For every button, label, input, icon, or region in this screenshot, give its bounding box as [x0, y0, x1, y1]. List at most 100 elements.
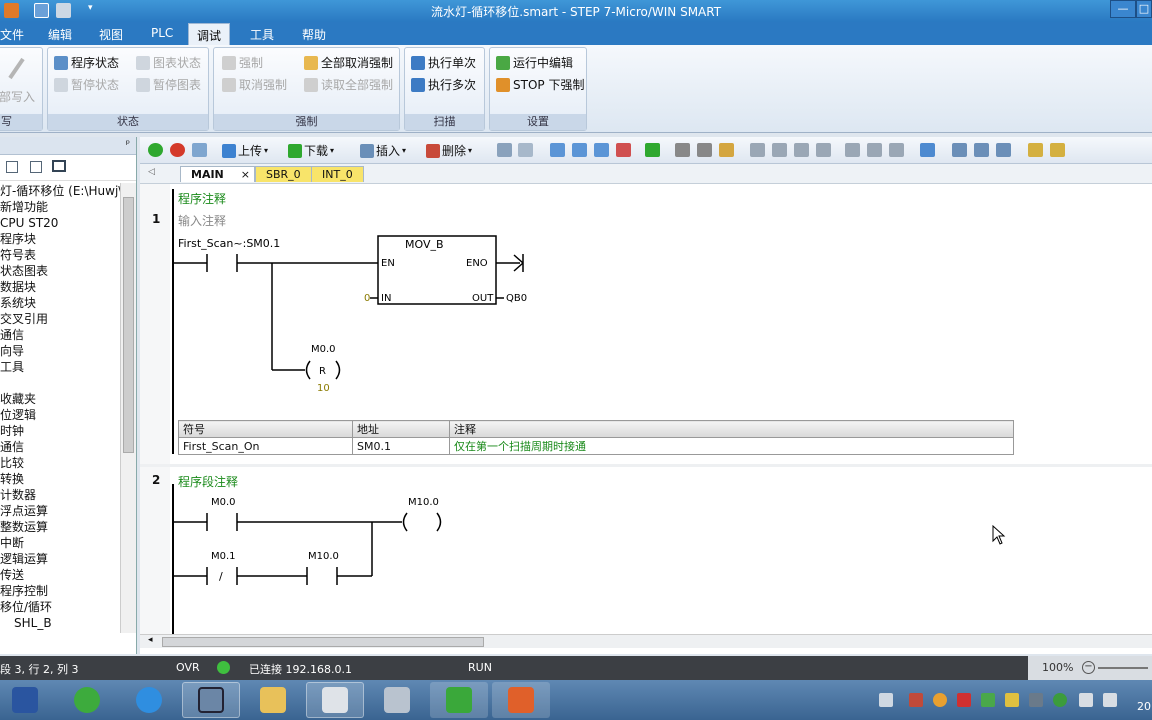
read-all-forced-button[interactable]: 读取全部强制	[304, 76, 393, 93]
tree-item[interactable]	[0, 375, 120, 391]
tree-item[interactable]: SHL_B	[0, 615, 120, 631]
taskbar-browser-app[interactable]	[120, 682, 178, 718]
write-all-button[interactable]: 部写入	[0, 88, 35, 105]
taskbar-explorer-app[interactable]	[244, 682, 302, 718]
zoom-slider[interactable]	[1098, 667, 1148, 669]
pou-protect-icon[interactable]	[1028, 143, 1043, 157]
contact-m0-1-negated[interactable]	[173, 567, 307, 585]
taskbar-ladder-app[interactable]	[306, 682, 364, 718]
insert-button[interactable]: 插入 ▾	[360, 142, 406, 159]
taskbar-save-app[interactable]	[0, 682, 54, 718]
maximize-button[interactable]: □	[1136, 0, 1152, 18]
force-button[interactable]: 强制	[222, 54, 263, 71]
tab-scroll-left-icon[interactable]: ◁	[148, 167, 155, 177]
close-icon[interactable]: ×	[241, 167, 250, 182]
multiple-scan-button[interactable]: 执行多次	[411, 76, 476, 93]
menu-tools[interactable]: 工具	[250, 26, 274, 43]
unforce-all-button[interactable]: 全部取消强制	[304, 54, 393, 71]
tree-item[interactable]: 向导	[0, 343, 120, 359]
tree-item[interactable]: 比较	[0, 455, 120, 471]
contact-m0-0[interactable]	[173, 513, 402, 531]
tab-int0[interactable]: INT_0	[311, 166, 364, 182]
volume-icon[interactable]	[1103, 693, 1117, 707]
box-icon[interactable]	[889, 143, 904, 157]
tree-item[interactable]: 状态图表	[0, 263, 120, 279]
lock-icon[interactable]	[675, 143, 690, 157]
pin-icon[interactable]: ᵖ	[126, 139, 130, 150]
contact-icon[interactable]	[845, 143, 860, 157]
properties-icon[interactable]	[1050, 143, 1065, 157]
tree-item[interactable]: 整数运算	[0, 519, 120, 535]
camera-icon[interactable]	[1053, 693, 1067, 707]
tree-item[interactable]: 收藏夹	[0, 391, 120, 407]
scroll-left-icon[interactable]: ◂	[148, 635, 153, 645]
tree-item[interactable]: 通信	[0, 327, 120, 343]
compare-icon[interactable]	[518, 143, 533, 157]
pause-chart-button[interactable]: 暂停图表	[136, 76, 201, 93]
tree-item[interactable]: 位逻辑	[0, 407, 120, 423]
menu-help[interactable]: 帮助	[302, 26, 326, 43]
network-view-icon[interactable]	[497, 143, 512, 157]
menu-edit[interactable]: 编辑	[48, 26, 72, 43]
box-out-value[interactable]: QB0	[506, 293, 527, 304]
tree-view-icon[interactable]	[6, 161, 18, 173]
tree-item[interactable]: 中断	[0, 535, 120, 551]
mov-b-box[interactable]	[370, 235, 524, 305]
monitor-icon[interactable]	[52, 160, 66, 172]
taskbar-camtasia-editor[interactable]	[492, 682, 550, 718]
contact-first-scan[interactable]	[173, 254, 378, 272]
stop-icon[interactable]	[170, 143, 185, 157]
tree-item[interactable]: 新增功能	[0, 199, 120, 215]
unforce-icon[interactable]	[719, 143, 734, 157]
tree-item[interactable]: 浮点运算	[0, 503, 120, 519]
keyboard-icon[interactable]	[879, 693, 893, 707]
tree-scrollbar[interactable]	[120, 183, 136, 633]
run-edit-button[interactable]: 运行中编辑	[496, 54, 573, 71]
branch-up-icon[interactable]	[772, 143, 787, 157]
branch-down-icon[interactable]	[750, 143, 765, 157]
tools-icon[interactable]	[1029, 693, 1043, 707]
security-icon[interactable]	[981, 693, 995, 707]
menu-debug[interactable]: 调试	[188, 23, 231, 45]
stop-force-button[interactable]: STOP 下强制	[496, 76, 584, 93]
tree-item[interactable]: 通信	[0, 439, 120, 455]
tree-item[interactable]: 系统块	[0, 295, 120, 311]
tree-item[interactable]: CPU ST20	[0, 215, 120, 231]
line-right-icon[interactable]	[816, 143, 831, 157]
pause-status-button[interactable]: 暂停状态	[54, 76, 119, 93]
symbol-icon[interactable]	[920, 143, 935, 157]
table-row[interactable]: First_Scan_On SM0.1 仅在第一个扫描周期时接通	[178, 437, 1014, 455]
chart-status-button[interactable]: 图表状态	[136, 54, 201, 71]
editor-horizontal-scrollbar[interactable]: ◂	[140, 634, 1152, 648]
delete-button[interactable]: 删除 ▾	[426, 142, 472, 159]
unlock-icon[interactable]	[697, 143, 712, 157]
coil-icon[interactable]	[867, 143, 882, 157]
menu-plc[interactable]: PLC	[151, 26, 173, 40]
menu-file[interactable]: 文件	[0, 26, 24, 43]
menu-view[interactable]: 视图	[99, 26, 123, 43]
next-bookmark-icon[interactable]	[594, 143, 609, 157]
tree-item[interactable]: 转换	[0, 471, 120, 487]
zoom-out-icon[interactable]: −	[1082, 661, 1095, 674]
clear-bookmarks-icon[interactable]	[616, 143, 631, 157]
tree-item[interactable]: 计数器	[0, 487, 120, 503]
minimize-button[interactable]: —	[1110, 0, 1136, 18]
tab-main[interactable]: MAIN ×	[180, 166, 255, 182]
tree-item[interactable]: 程序块	[0, 231, 120, 247]
single-scan-button[interactable]: 执行单次	[411, 54, 476, 71]
compile-icon[interactable]	[192, 143, 207, 157]
tree-item[interactable]: 交叉引用	[0, 311, 120, 327]
tree-item[interactable]: 数据块	[0, 279, 120, 295]
tree-item[interactable]: 移位/循环	[0, 599, 120, 615]
comment-icon[interactable]	[974, 143, 989, 157]
search-icon[interactable]	[933, 693, 947, 707]
program-status-button[interactable]: 程序状态	[54, 54, 119, 71]
edit-comment-icon[interactable]	[996, 143, 1011, 157]
tree-item[interactable]: 逻辑运算	[0, 551, 120, 567]
branch-left-icon[interactable]	[794, 143, 809, 157]
network-icon[interactable]	[909, 693, 923, 707]
run-icon[interactable]	[148, 143, 163, 157]
download-button[interactable]: 下载 ▾	[288, 142, 334, 159]
taskbar-refresh-app[interactable]	[58, 682, 116, 718]
app-tray-icon[interactable]	[957, 693, 971, 707]
